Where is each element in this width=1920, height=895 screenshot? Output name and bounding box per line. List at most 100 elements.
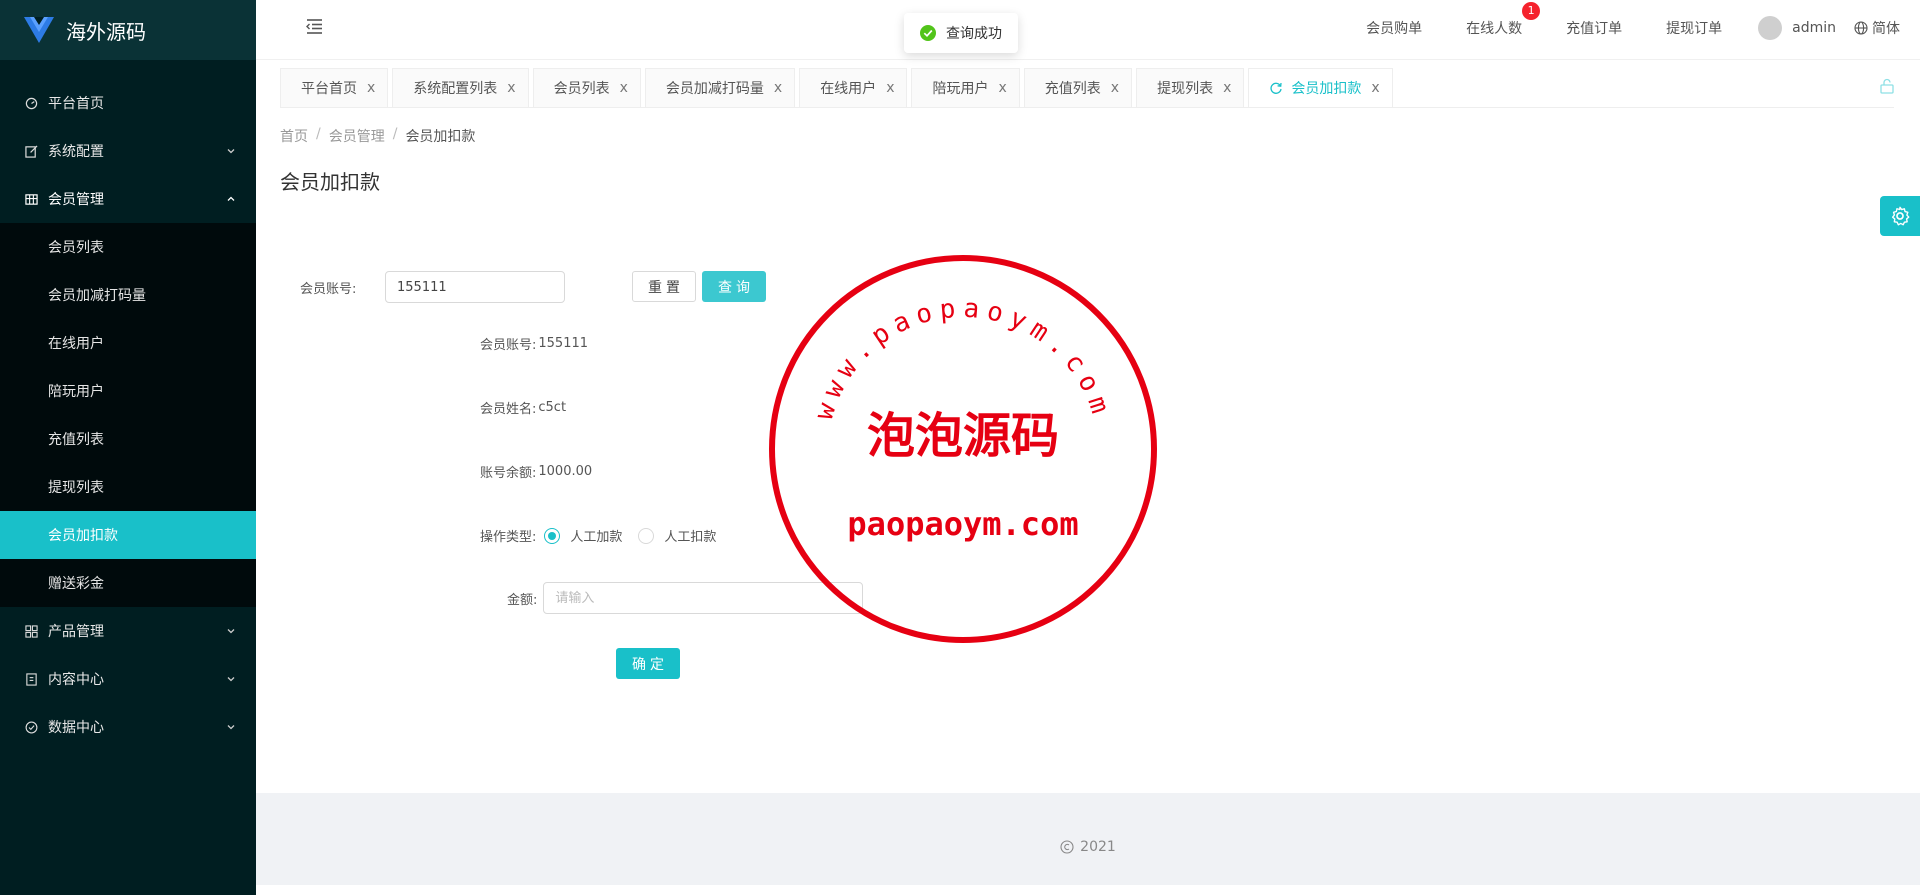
confirm-button[interactable]: 确定 [616,648,680,679]
close-icon[interactable]: x [1111,80,1119,96]
gear-icon [1891,206,1910,226]
logo[interactable]: 海外源码 [0,0,256,60]
close-icon[interactable]: x [507,80,515,96]
top-header: 会员购单 在线人数 1 充值订单 提现订单 admin 简体 [256,0,1920,60]
sidebar-item-label: 会员加减打码量 [48,288,146,304]
query-button[interactable]: 查询 [702,271,766,302]
sidebar-item-withdraw-list[interactable]: 提现列表 [0,463,256,511]
tab-member-bet-adjust[interactable]: 会员加减打码量 x [644,68,796,107]
chevron-down-icon [227,629,235,634]
watermark-bottom-text: paopaoym.com [847,505,1078,543]
language-switcher[interactable]: 简体 [1854,18,1900,38]
tab-withdraw-list[interactable]: 提现列表 x [1136,68,1245,107]
radio-label: 人工加款 [570,530,623,545]
sidebar-item-label: 会员列表 [48,240,104,256]
balance-row: 账号余额: 1000.00 [480,462,592,481]
amount-input[interactable] [543,582,864,614]
sidebar-item-companion-users[interactable]: 陪玩用户 [0,367,256,415]
sidebar-item-member-list[interactable]: 会员列表 [0,223,256,271]
name-row: 会员姓名: c5ct [480,398,566,417]
sidebar-item-label: 产品管理 [48,624,104,640]
sidebar-item-member-bet-adjust[interactable]: 会员加减打码量 [0,271,256,319]
username: admin [1792,20,1836,36]
header-link-recharge-orders[interactable]: 充值订单 [1566,18,1622,38]
account-label: 会员账号: [480,338,537,353]
search-account-input[interactable] [385,271,565,303]
tab-label: 陪玩用户 [932,81,989,97]
operation-type-row: 操作类型: 人工加款 人工扣款 [480,526,732,545]
sidebar-item-label: 在线用户 [48,336,104,352]
footer-text: 2021 [1080,839,1116,855]
page-title: 会员加扣款 [280,170,380,194]
close-icon[interactable]: x [774,80,782,96]
sidebar-item-bonus-gift[interactable]: 赠送彩金 [0,559,256,607]
sidebar-item-online-users[interactable]: 在线用户 [0,319,256,367]
sidebar-item-label: 内容中心 [48,672,104,688]
close-icon[interactable]: x [367,80,375,96]
radio-manual-deduct[interactable]: 人工扣款 [638,526,716,545]
account-row: 会员账号: 155111 [480,334,588,353]
tab-label: 会员加减打码量 [665,81,764,97]
sidebar-item-recharge-list[interactable]: 充值列表 [0,415,256,463]
watermark-arc-text: www.paopaoym.com [809,294,1117,424]
breadcrumb-separator: / [392,126,398,142]
close-icon[interactable]: x [998,80,1006,96]
user-menu[interactable]: admin [1758,16,1836,40]
sidebar-item-dashboard[interactable]: 平台首页 [0,79,256,127]
tab-companion-users[interactable]: 陪玩用户 x [911,68,1020,107]
sidebar-item-member-balance-adjust[interactable]: 会员加扣款 [0,511,256,559]
header-link-withdraw-orders[interactable]: 提现订单 [1666,18,1722,38]
tab-platform-home[interactable]: 平台首页 x [280,68,389,107]
sidebar-item-data-center[interactable]: 数据中心 [0,703,256,751]
sidebar-item-content-center[interactable]: 内容中心 [0,655,256,703]
sidebar-item-label: 会员加扣款 [48,528,118,544]
breadcrumb-member-management[interactable]: 会员管理 [329,126,385,146]
sidebar-menu: 平台首页 系统配置 会员管理 会员列表 会员加减打码量 在线用户 陪玩用户 充值… [0,79,256,751]
tab-recharge-list[interactable]: 充值列表 x [1023,68,1133,107]
sidebar-item-label: 充值列表 [48,432,104,448]
sidebar-item-system-config[interactable]: 系统配置 [0,127,256,175]
lock-icon[interactable] [1879,78,1895,94]
tab-member-list[interactable]: 会员列表 x [532,68,641,107]
header-right: 会员购单 在线人数 1 充值订单 提现订单 admin 简体 [1344,0,1900,56]
sidebar-item-label: 提现列表 [48,480,104,496]
globe-icon [1854,21,1868,35]
check-circle-icon [24,720,38,734]
avatar [1758,16,1783,40]
menu-fold-icon[interactable] [304,16,324,36]
radio-manual-add[interactable]: 人工加款 [544,526,622,545]
tab-label: 提现列表 [1157,81,1214,97]
header-link-online-count[interactable]: 在线人数 1 [1466,2,1541,38]
edit-icon [24,144,38,158]
close-icon[interactable]: x [886,80,894,96]
breadcrumb-separator: / [316,126,321,142]
close-icon[interactable]: x [1371,80,1379,96]
search-account-label: 会员账号: [300,282,357,297]
balance-value: 1000.00 [538,464,593,479]
tab-label: 平台首页 [301,81,357,97]
account-value: 155111 [538,336,589,351]
sidebar-item-label: 陪玩用户 [48,384,104,400]
settings-float-button[interactable] [1880,196,1920,236]
balance-label: 账号余额: [480,466,537,481]
language-label: 简体 [1872,21,1900,37]
sidebar-item-label: 数据中心 [48,720,104,736]
refresh-icon[interactable] [1269,81,1283,95]
tab-label: 充值列表 [1044,81,1101,97]
breadcrumb-home[interactable]: 首页 [280,126,308,146]
grid-icon [24,624,38,638]
close-icon[interactable]: x [620,80,628,96]
sidebar-item-product-management[interactable]: 产品管理 [0,607,256,655]
reset-button[interactable]: 重置 [632,271,696,302]
tab-system-config-list[interactable]: 系统配置列表 x [392,68,529,107]
document-icon [24,672,38,686]
toast-text: 查询成功 [946,26,1002,42]
header-link-member-orders[interactable]: 会员购单 [1366,18,1422,38]
sidebar-item-member-management[interactable]: 会员管理 [0,175,256,223]
member-submenu: 会员列表 会员加减打码量 在线用户 陪玩用户 充值列表 提现列表 会员加扣款 赠… [0,223,256,607]
tab-member-balance-adjust[interactable]: 会员加扣款 x [1248,68,1393,107]
amount-label: 金额: [507,592,538,608]
breadcrumb: 首页 / 会员管理 / 会员加扣款 [280,126,475,146]
tab-online-users[interactable]: 在线用户 x [799,68,908,107]
close-icon[interactable]: x [1223,80,1231,96]
